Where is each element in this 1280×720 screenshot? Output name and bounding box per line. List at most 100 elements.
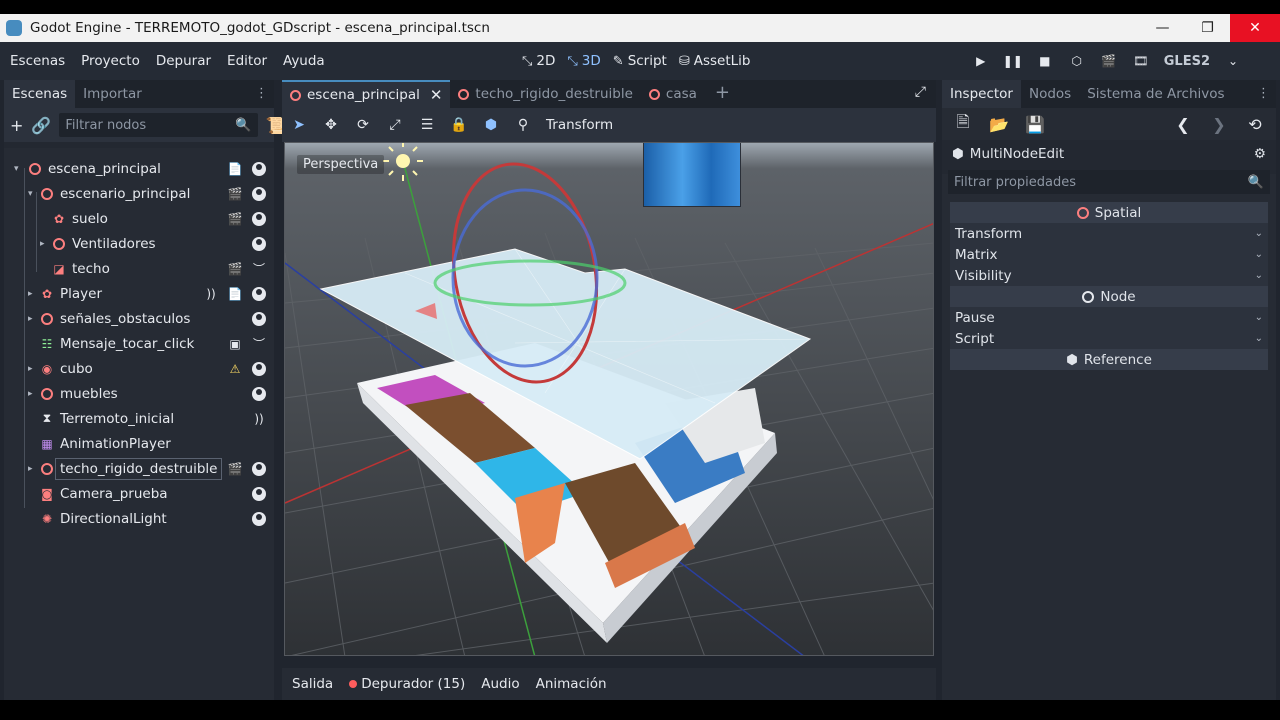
property-matrix[interactable]: Matrix ⌄ (950, 244, 1268, 265)
close-button[interactable]: ✕ (1230, 14, 1280, 42)
snap-icon[interactable]: ⚲ (514, 116, 532, 134)
property-transform[interactable]: Transform ⌄ (950, 223, 1268, 244)
section-node[interactable]: Node (950, 286, 1268, 307)
tab-importar[interactable]: Importar (75, 80, 150, 108)
transform-menu[interactable]: Transform (546, 117, 613, 133)
tab-inspector[interactable]: Inspector (942, 80, 1021, 108)
perspective-menu[interactable]: Perspectiva (297, 155, 385, 174)
collapse-icon[interactable]: ▾ (28, 189, 38, 199)
visibility-icon[interactable] (252, 486, 266, 501)
expand-icon[interactable]: ▸ (40, 239, 50, 249)
hidden-icon[interactable]: ︶ (252, 262, 266, 276)
clapperboard-icon[interactable]: 🎬 (228, 262, 243, 276)
maximize-button[interactable]: ❐ (1185, 14, 1230, 42)
tab-techo-rigido-destruible[interactable]: techo_rigido_destruible (450, 80, 640, 108)
renderer-select[interactable]: GLES2 (1164, 54, 1210, 69)
back-icon[interactable]: ❮ (1172, 113, 1194, 135)
expand-icon[interactable]: ▸ (28, 314, 38, 324)
3d-viewport[interactable]: Perspectiva (284, 142, 934, 656)
visibility-icon[interactable] (252, 211, 266, 226)
tree-node[interactable]: ✿ suelo 🎬 (4, 206, 274, 231)
play-custom-scene-icon[interactable]: 🎞 (1132, 52, 1150, 70)
play-scene-icon[interactable]: 🎬 (1100, 52, 1118, 70)
close-tab-icon[interactable]: ✕ (430, 86, 443, 104)
lock-icon[interactable]: 🔒 (450, 116, 468, 134)
add-scene-tab-button[interactable]: + (705, 80, 740, 108)
tree-node[interactable]: ⧗ Terremoto_inicial )) (4, 406, 274, 431)
save-icon[interactable]: 💾 (1024, 113, 1046, 135)
move-mode-icon[interactable]: ✥ (322, 116, 340, 134)
clapperboard-icon[interactable]: 🎬 (228, 462, 243, 476)
workspace-script-button[interactable]: ✎ Script (613, 53, 667, 69)
menu-ayuda[interactable]: Ayuda (275, 53, 333, 69)
play-icon[interactable]: ▶ (972, 52, 990, 70)
group-icon[interactable]: ▣ (228, 337, 242, 351)
tree-node[interactable]: ◪ techo 🎬 ︶ (4, 256, 274, 281)
visibility-icon[interactable] (252, 461, 266, 476)
warning-icon[interactable]: ⚠ (228, 362, 242, 376)
workspace-3d-button[interactable]: ⤡ 3D (567, 53, 600, 69)
property-visibility[interactable]: Visibility ⌄ (950, 265, 1268, 286)
expand-icon[interactable]: ▸ (28, 289, 38, 299)
tab-animacion[interactable]: Animación (536, 676, 607, 692)
distraction-free-icon[interactable]: ⤢ (905, 80, 936, 108)
visibility-icon[interactable] (252, 311, 266, 326)
script-icon[interactable]: 📄 (228, 287, 243, 301)
tree-node[interactable]: ▸ ◉ cubo ⚠ (4, 356, 274, 381)
visibility-icon[interactable] (252, 511, 266, 526)
tab-nodos[interactable]: Nodos (1021, 80, 1079, 108)
tree-node[interactable]: ✺ DirectionalLight (4, 506, 274, 531)
tree-node[interactable]: ▸ ✿ Player )) 📄 (4, 281, 274, 306)
stop-icon[interactable]: ■ (1036, 52, 1054, 70)
tree-node[interactable]: ▾ escena_principal 📄 (4, 156, 274, 181)
clapperboard-icon[interactable]: 🎬 (228, 212, 243, 226)
tab-depurador[interactable]: Depurador (15) (349, 676, 465, 692)
tree-node[interactable]: ☷ Mensaje_tocar_click ▣ ︶ (4, 331, 274, 356)
visibility-icon[interactable] (252, 361, 266, 376)
filter-properties-input[interactable] (954, 174, 1248, 190)
visibility-icon[interactable] (252, 186, 266, 201)
filter-nodes-input[interactable] (65, 117, 236, 133)
select-mode-icon[interactable]: ➤ (290, 116, 308, 134)
workspace-2d-button[interactable]: ⤡ 2D (522, 53, 555, 69)
property-script[interactable]: Script ⌄ (950, 328, 1268, 349)
tree-node[interactable]: ▾ escenario_principal 🎬 (4, 181, 274, 206)
visibility-icon[interactable] (252, 386, 266, 401)
section-reference[interactable]: ⬢ Reference (950, 349, 1268, 370)
visibility-icon[interactable] (252, 236, 266, 251)
tree-node[interactable]: ◙ Camera_prueba (4, 481, 274, 506)
section-spatial[interactable]: Spatial (950, 202, 1268, 223)
workspace-assetlib-button[interactable]: ⛁ AssetLib (679, 53, 751, 69)
collapse-icon[interactable]: ▾ (14, 164, 24, 174)
tab-sistema-archivos[interactable]: Sistema de Archivos (1079, 80, 1232, 108)
history-icon[interactable]: ⟲ (1244, 113, 1266, 135)
new-resource-icon[interactable]: 🗎 (952, 112, 974, 135)
tree-node[interactable]: ▦ AnimationPlayer (4, 431, 274, 456)
tree-node[interactable]: ▸ muebles (4, 381, 274, 406)
property-pause[interactable]: Pause ⌄ (950, 307, 1268, 328)
add-node-icon[interactable]: + (10, 114, 23, 136)
expand-icon[interactable]: ▸ (28, 389, 38, 399)
menu-escenas[interactable]: Escenas (2, 53, 73, 69)
tree-node[interactable]: ▸ señales_obstaculos (4, 306, 274, 331)
signal-icon[interactable]: )) (252, 412, 266, 426)
dock-menu-icon[interactable]: ⋮ (249, 80, 274, 108)
visibility-icon[interactable] (252, 161, 266, 176)
list-select-icon[interactable]: ☰ (418, 116, 436, 134)
object-tools-icon[interactable]: ⚙ (1254, 146, 1266, 162)
forward-icon[interactable]: ❯ (1208, 113, 1230, 135)
rotate-mode-icon[interactable]: ⟳ (354, 116, 372, 134)
open-folder-icon[interactable]: 📂 (988, 113, 1010, 135)
menu-editor[interactable]: Editor (219, 53, 275, 69)
expand-icon[interactable]: ▸ (28, 464, 38, 474)
expand-icon[interactable]: ▸ (28, 364, 38, 374)
pause-icon[interactable]: ❚❚ (1003, 52, 1023, 70)
scale-mode-icon[interactable]: ⤢ (386, 116, 404, 134)
local-space-icon[interactable]: ⬢ (482, 116, 500, 134)
minimize-button[interactable]: — (1140, 14, 1185, 42)
menu-proyecto[interactable]: Proyecto (73, 53, 148, 69)
menu-depurar[interactable]: Depurar (148, 53, 219, 69)
tree-node[interactable]: ▸ techo_rigido_destruible 🎬 (4, 456, 274, 481)
clapperboard-icon[interactable]: 🎬 (228, 187, 243, 201)
script-icon[interactable]: 📄 (228, 162, 243, 176)
